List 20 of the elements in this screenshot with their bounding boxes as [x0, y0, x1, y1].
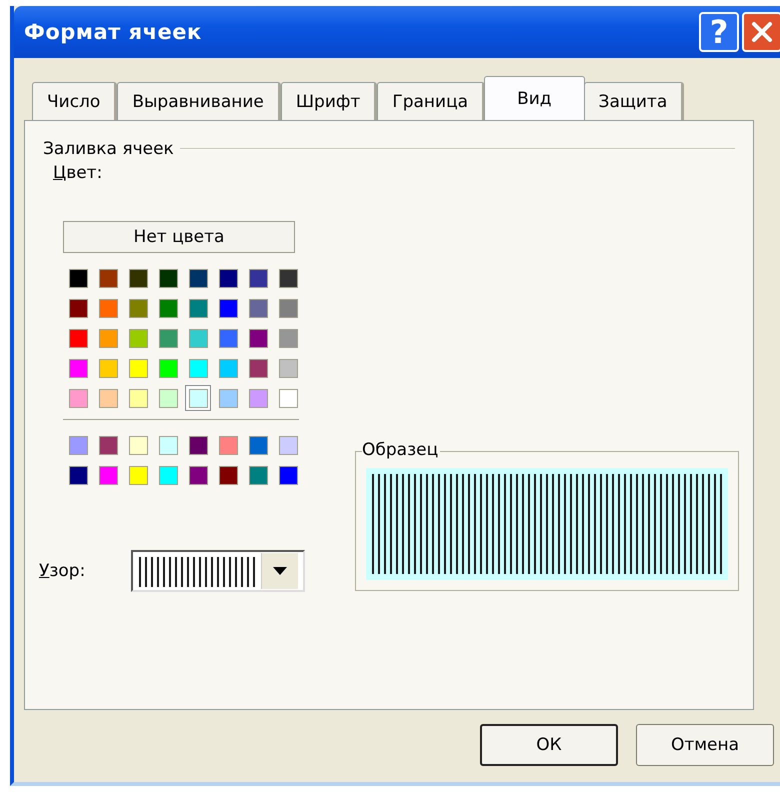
dialog-button[interactable]: ОК	[480, 724, 618, 766]
dropdown-arrow-icon	[273, 567, 288, 575]
tab[interactable]: Защита	[584, 82, 684, 120]
color-swatch[interactable]	[185, 385, 211, 411]
tab[interactable]: Граница	[377, 82, 486, 120]
help-button[interactable]: ?	[699, 12, 739, 52]
pattern-dropdown[interactable]	[131, 550, 306, 592]
dialog-button[interactable]: Отмена	[636, 724, 774, 766]
close-button[interactable]	[742, 12, 780, 52]
sample-title: Образец	[362, 440, 440, 460]
close-icon	[749, 19, 775, 45]
window-title: Формат ячеек	[24, 20, 202, 44]
group-title: Заливка ячеек	[43, 139, 174, 159]
color-label: Цвет:	[53, 163, 102, 183]
tab[interactable]: Число	[32, 82, 118, 120]
no-color-button[interactable]: Нет цвета	[63, 221, 295, 253]
tab[interactable]: Шрифт	[280, 82, 378, 120]
tab[interactable]: Выравнивание	[117, 82, 281, 120]
tab[interactable]: Вид	[484, 76, 585, 120]
pattern-label: Узор:	[39, 561, 86, 581]
